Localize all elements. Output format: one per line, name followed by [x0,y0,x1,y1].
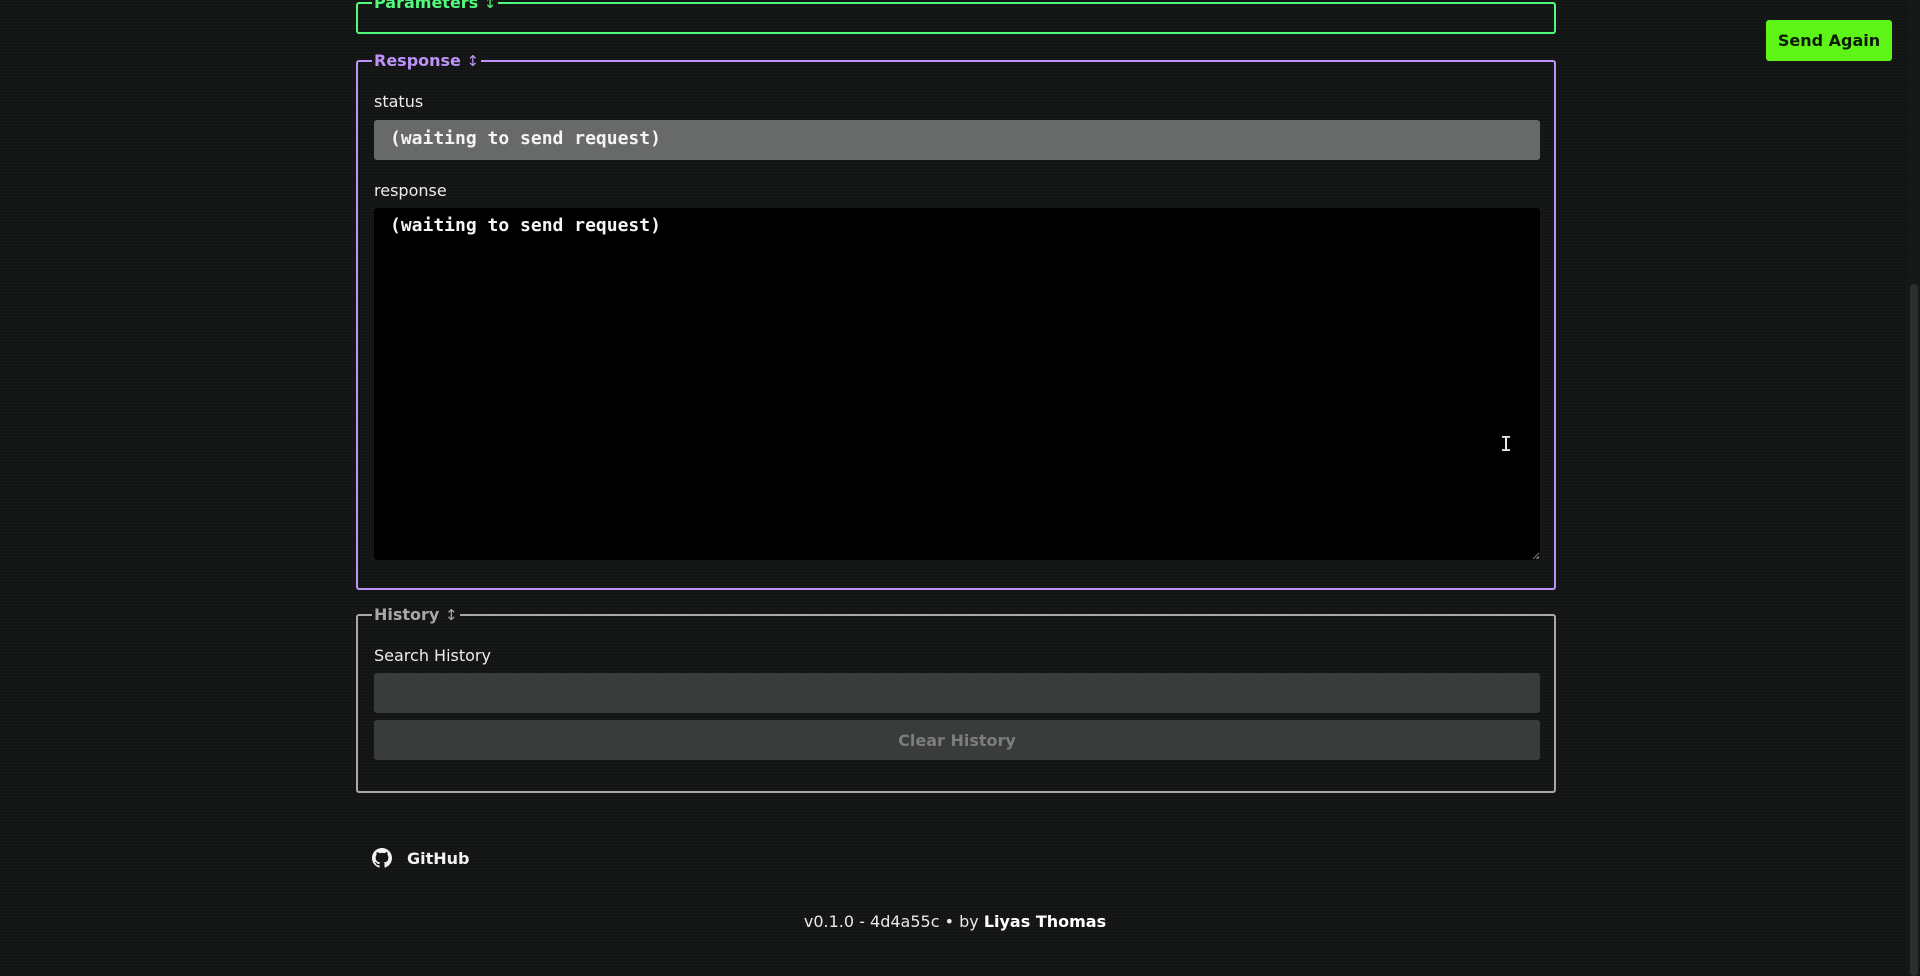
history-title: History [374,605,440,624]
updown-arrow-icon: ↕ [444,606,458,624]
resize-grip-icon[interactable] [1532,552,1540,560]
author-link[interactable]: Liyas Thomas [984,912,1106,931]
page-scrollbar[interactable] [1908,0,1920,976]
status-field[interactable]: (waiting to send request) [374,120,1540,160]
history-section: History ↕ Search History Clear History [356,606,1556,793]
parameters-legend[interactable]: Parameters ↕ [372,0,498,12]
search-history-input[interactable] [374,673,1540,713]
scrollbar-thumb[interactable] [1910,284,1918,976]
footer-version: v0.1.0 - 4d4a55c • by Liyas Thomas [0,912,1910,931]
parameters-section: Parameters ↕ [356,0,1556,34]
github-icon [372,848,392,868]
response-title: Response [374,51,461,70]
status-label: status [374,92,424,111]
send-again-button[interactable]: Send Again [1766,20,1892,61]
version-text: v0.1.0 - 4d4a55c • by [803,912,984,931]
response-textarea[interactable]: (waiting to send request) [374,208,1540,560]
response-label: response [374,181,447,200]
github-link[interactable]: GitHub [372,848,470,868]
updown-arrow-icon: ↕ [466,52,480,70]
response-legend[interactable]: Response ↕ [372,51,481,71]
text-cursor-icon: I [1500,432,1513,456]
parameters-title: Parameters [374,0,479,12]
response-section: Response ↕ status (waiting to send reque… [356,52,1556,590]
updown-arrow-icon: ↕ [483,0,497,12]
clear-history-button[interactable]: Clear History [374,720,1540,760]
history-legend[interactable]: History ↕ [372,605,460,625]
search-history-label: Search History [374,646,491,665]
github-label: GitHub [407,848,470,868]
